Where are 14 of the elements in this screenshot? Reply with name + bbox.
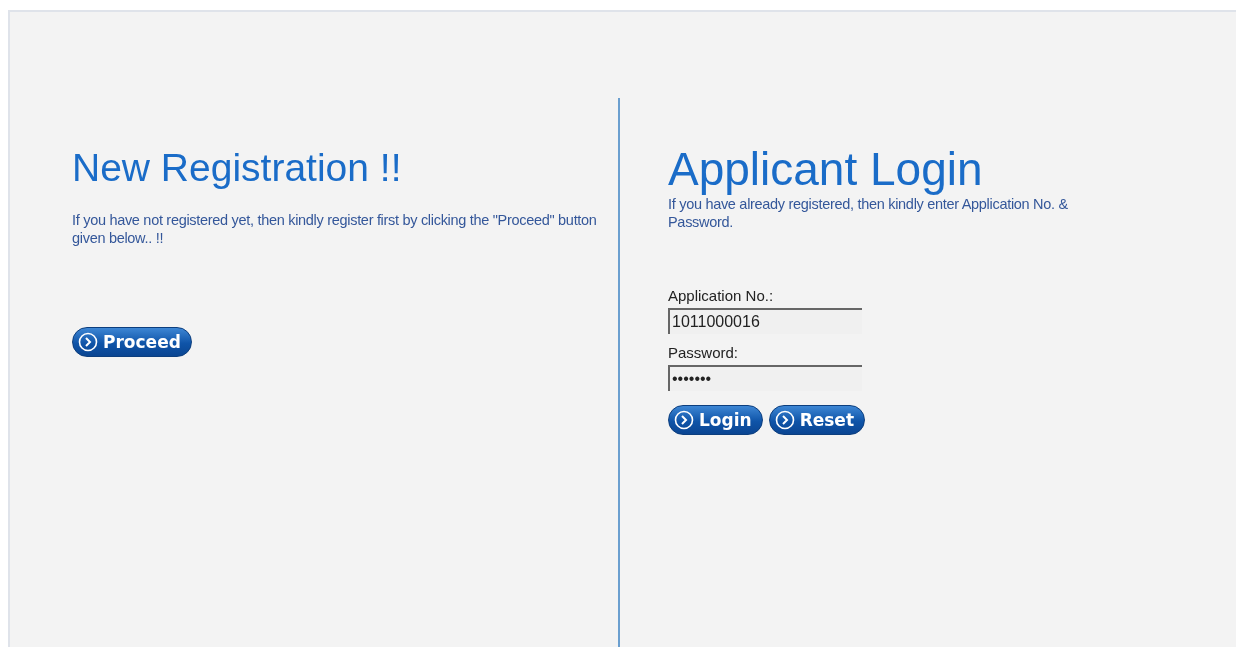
proceed-button[interactable]: Proceed: [72, 326, 192, 357]
arrow-circle-icon: [774, 410, 795, 431]
section-title: New Registration !!: [72, 148, 403, 189]
reset-button[interactable]: Reset: [768, 405, 866, 436]
login-button[interactable]: Login: [668, 405, 763, 436]
field-label: Application No.:: [668, 287, 775, 305]
arrow-circle-icon: [674, 410, 694, 431]
input-field[interactable]: •••••••: [668, 365, 862, 392]
input-field[interactable]: 1011000016: [668, 308, 862, 335]
instruction-text: If you have not registered yet, then kindly register first by clicking the "Proceed" button given below.. !!: [72, 210, 598, 247]
section-title: Applicant Login: [668, 145, 984, 194]
field-label: Password:: [668, 344, 740, 362]
instruction-text: If you have already registered, then kindly enter Application No. & Password.: [668, 195, 1069, 232]
arrow-circle-icon: [78, 331, 98, 352]
